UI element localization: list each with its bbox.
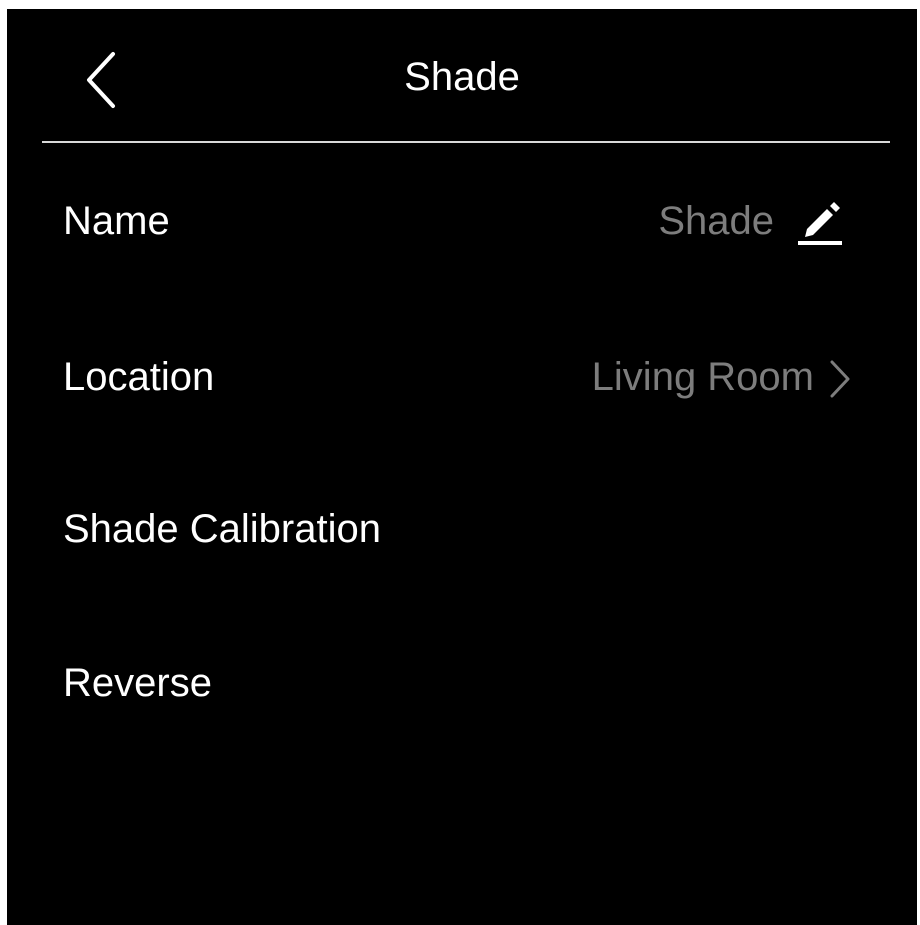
name-row[interactable]: Name Shade — [7, 176, 917, 266]
chevron-right-icon — [826, 356, 854, 402]
location-value: Living Room — [591, 355, 814, 399]
reverse-row[interactable]: Reverse — [7, 638, 917, 728]
shade-calibration-label: Shade Calibration — [63, 507, 381, 551]
reverse-label: Reverse — [63, 661, 212, 705]
name-value: Shade — [658, 199, 774, 243]
header-divider — [42, 141, 890, 143]
shade-calibration-row[interactable]: Shade Calibration — [7, 484, 917, 574]
location-label: Location — [63, 355, 215, 399]
page-title: Shade — [404, 55, 520, 99]
shade-settings-screen: Shade Name Shade Location Living Room Sh… — [7, 9, 917, 925]
name-label: Name — [63, 199, 170, 243]
header: Shade — [7, 9, 917, 143]
edit-icon[interactable] — [796, 198, 846, 248]
location-row[interactable]: Location Living Room — [7, 332, 917, 422]
